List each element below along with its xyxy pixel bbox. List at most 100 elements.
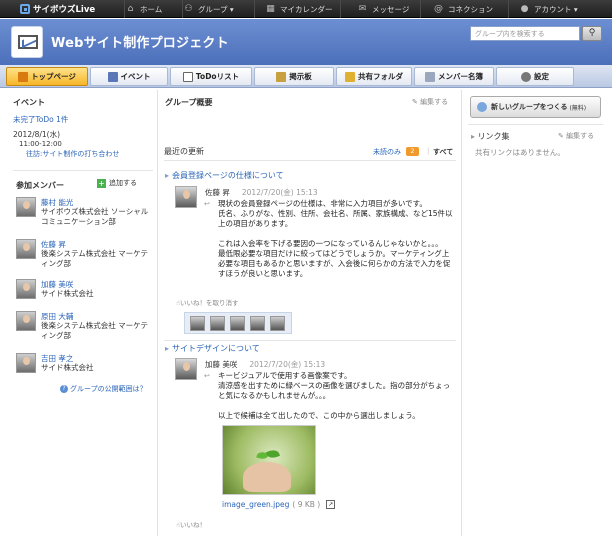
event-title-link[interactable]: 往訪:サイト制作の打ち合わせ bbox=[26, 149, 119, 159]
unlike-button[interactable]: ☝いいね！を取り消す bbox=[176, 297, 238, 307]
like-button[interactable]: ☝いいね！ bbox=[176, 519, 206, 529]
divider bbox=[164, 340, 456, 341]
post-author[interactable]: 佐藤 昇 bbox=[205, 188, 230, 197]
avatar[interactable] bbox=[270, 316, 285, 331]
logo-text: サイボウズLive bbox=[33, 5, 96, 15]
nav-connection[interactable]: @ コネクション bbox=[420, 0, 508, 18]
event-icon bbox=[107, 71, 118, 82]
avatar[interactable] bbox=[16, 353, 36, 373]
group-header: Webサイト制作プロジェクト グループ内を検索する ⚲ bbox=[0, 19, 612, 65]
group-title: Webサイト制作プロジェクト bbox=[51, 36, 229, 51]
no-links-text: 共有リンクはありません。 bbox=[475, 148, 565, 157]
image-hand bbox=[243, 462, 291, 492]
post-body: キービジュアルで使用する画像案です。 清涼感を出すために緑ベースの画像を選びまし… bbox=[218, 371, 451, 420]
home-icon: ⌂ bbox=[127, 3, 134, 14]
nav-my-calendar[interactable]: ▦ マイカレンダー bbox=[254, 0, 340, 18]
open-external-icon[interactable]: ↗ bbox=[326, 500, 336, 509]
nav-message[interactable]: ✉ メッセージ bbox=[340, 0, 420, 18]
group-tabs: トップページ イベント ToDoリスト 掲示板 共有フォルダ メンバー名簿 設定 bbox=[0, 65, 612, 88]
member-org: 後楽システム株式会社 マーケティング部 bbox=[41, 321, 149, 340]
unread-count-badge: 2 bbox=[406, 147, 419, 156]
nav-home[interactable]: ⌂ ホーム bbox=[124, 0, 182, 18]
attachment-info: image_green.jpeg ( 9 KB ) ↗ bbox=[222, 500, 336, 509]
all-filter[interactable]: すべて bbox=[433, 147, 453, 157]
scope-link[interactable]: ? グループの公開範囲は？ bbox=[60, 384, 147, 394]
add-member-button[interactable]: + 追加する bbox=[97, 178, 137, 188]
account-icon: ● bbox=[520, 3, 529, 14]
attachment-size: ( 9 KB ) bbox=[292, 500, 321, 509]
search-icon: ⚲ bbox=[588, 28, 596, 38]
post-date: 2012/7/20(金) 15:13 bbox=[249, 360, 326, 369]
tab-event[interactable]: イベント bbox=[90, 67, 168, 86]
todo-link[interactable]: 未完了ToDo 1件 bbox=[13, 114, 68, 125]
group-icon: ⚇ bbox=[184, 3, 193, 14]
pencil-icon: ✎ bbox=[558, 132, 564, 140]
avatar[interactable] bbox=[175, 186, 197, 208]
search-button[interactable]: ⚲ bbox=[582, 26, 602, 41]
nav-account[interactable]: ● アカウント ▾ bbox=[508, 0, 612, 18]
member-org: 後楽システム株式会社 マーケティング部 bbox=[41, 249, 149, 268]
post-body: 現状の会員登録ページの仕様は、非常に入力項目が多いです。 氏名、ふりがな、性別、… bbox=[218, 199, 453, 278]
divider bbox=[164, 160, 456, 161]
at-icon: @ bbox=[434, 3, 443, 14]
gear-icon bbox=[521, 71, 531, 82]
avatar[interactable] bbox=[250, 316, 265, 331]
post-author[interactable]: 加藤 美咲 bbox=[205, 360, 237, 369]
avatar[interactable] bbox=[230, 316, 245, 331]
attachment-image[interactable] bbox=[222, 425, 316, 495]
member-org: サイド株式会社 bbox=[41, 289, 94, 298]
event-time: 11:00-12:00 bbox=[19, 140, 62, 148]
post-title-link[interactable]: 会員登録ページの仕様について bbox=[165, 170, 284, 181]
plus-icon: + bbox=[97, 178, 106, 188]
divider bbox=[468, 124, 603, 125]
member-org: サイド株式会社 bbox=[41, 363, 94, 372]
reply-icon: ↩ bbox=[204, 372, 210, 380]
links-heading: ▸ リンク集 bbox=[471, 132, 510, 141]
tab-member-list[interactable]: メンバー名簿 bbox=[414, 67, 494, 86]
board-icon bbox=[276, 71, 287, 82]
image-leaf bbox=[265, 448, 281, 460]
links-edit-link[interactable]: ✎ 編集する bbox=[558, 131, 594, 141]
event-date: 2012/8/1(水) bbox=[13, 130, 61, 139]
avatar[interactable] bbox=[16, 311, 36, 331]
logo-icon bbox=[20, 4, 30, 14]
liked-users bbox=[184, 312, 292, 334]
member-org: サイボウズ株式会社 ソーシャルコミュニケーション部 bbox=[41, 207, 149, 226]
tab-shared-folder[interactable]: 共有フォルダ bbox=[336, 67, 412, 86]
unread-filter[interactable]: 未読のみ bbox=[373, 147, 401, 157]
calendar-icon: ▦ bbox=[266, 3, 275, 14]
column-divider bbox=[157, 90, 158, 536]
column-divider bbox=[461, 90, 462, 536]
top-bar: サイボウズLive ⌂ ホーム ⚇ グループ ▾ ▦ マイカレンダー ✉ メッセージ @… bbox=[0, 0, 612, 18]
avatar[interactable] bbox=[16, 197, 36, 217]
avatar[interactable] bbox=[16, 239, 36, 259]
top-page-icon bbox=[18, 71, 29, 82]
help-icon: ? bbox=[60, 385, 68, 393]
group-search-input[interactable]: グループ内を検索する bbox=[470, 26, 580, 41]
pencil-icon: ✎ bbox=[412, 98, 418, 106]
avatar[interactable] bbox=[210, 316, 225, 331]
filter-separator: | bbox=[427, 147, 430, 155]
post-meta: 佐藤 昇 2012/7/20(金) 15:13 bbox=[205, 187, 318, 198]
avatar[interactable] bbox=[16, 279, 36, 299]
avatar[interactable] bbox=[190, 316, 205, 331]
overview-edit-link[interactable]: ✎ 編集する bbox=[412, 97, 448, 107]
tab-settings[interactable]: 設定 bbox=[496, 67, 574, 86]
member-list-icon bbox=[425, 71, 435, 82]
chevron-right-icon: ▸ bbox=[471, 132, 476, 141]
nav-group[interactable]: ⚇ グループ ▾ bbox=[182, 0, 254, 18]
updates-heading: 最近の更新 bbox=[164, 147, 204, 156]
group-add-icon bbox=[477, 102, 487, 112]
message-icon: ✉ bbox=[358, 3, 367, 14]
post-title-link[interactable]: サイトデザインについて bbox=[165, 343, 260, 354]
overview-heading: グループ概要 bbox=[165, 98, 213, 107]
avatar[interactable] bbox=[175, 358, 197, 380]
reply-icon: ↩ bbox=[204, 200, 210, 208]
group-icon-image bbox=[11, 26, 43, 58]
tab-board[interactable]: 掲示板 bbox=[254, 67, 334, 86]
tab-todo[interactable]: ToDoリスト bbox=[170, 67, 252, 86]
tab-top-page[interactable]: トップページ bbox=[6, 67, 88, 86]
cybozu-live-logo[interactable]: サイボウズLive bbox=[20, 3, 95, 15]
attachment-link[interactable]: image_green.jpeg bbox=[222, 500, 289, 509]
new-group-button[interactable]: 新しいグループをつくる (無料) bbox=[470, 96, 601, 118]
